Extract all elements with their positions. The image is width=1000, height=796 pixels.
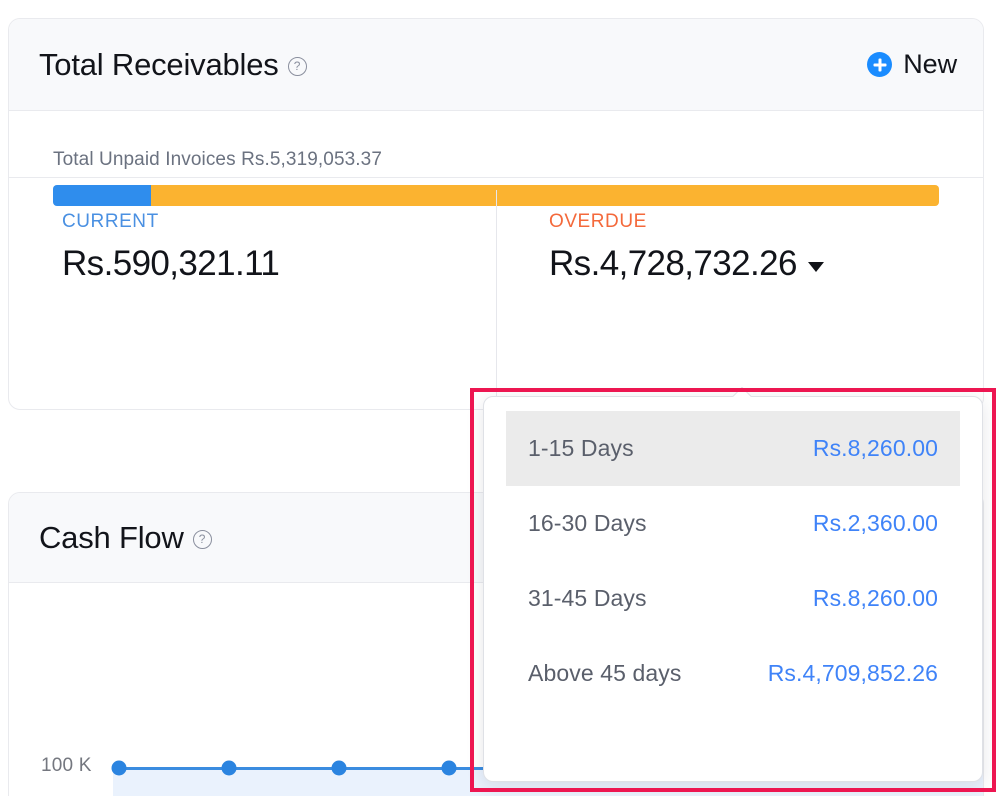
stat-value-current-group: Rs.590,321.11 bbox=[62, 245, 496, 284]
question-circle-icon[interactable]: ? bbox=[288, 57, 307, 76]
new-button[interactable]: New bbox=[867, 49, 957, 80]
aging-label: Above 45 days bbox=[528, 660, 681, 687]
stat-value-overdue: Rs.4,728,732.26 bbox=[549, 245, 797, 284]
stat-caption-overdue: OVERDUE bbox=[549, 211, 983, 233]
total-receivables-card: Total Receivables ? New Total Unpaid Inv… bbox=[8, 18, 984, 410]
cash-flow-title: Cash Flow bbox=[39, 522, 184, 553]
receivables-card-header: Total Receivables ? New bbox=[9, 19, 983, 111]
page-title: Total Receivables bbox=[39, 49, 279, 80]
unpaid-invoices-summary: Total Unpaid Invoices Rs.5,319,053.37 bbox=[53, 149, 939, 171]
aging-row-1-15-days[interactable]: 1-15 Days Rs.8,260.00 bbox=[506, 411, 960, 486]
aging-amount: Rs.8,260.00 bbox=[813, 435, 938, 462]
dropdown-arrow-icon bbox=[732, 387, 752, 397]
aging-amount: Rs.2,360.00 bbox=[813, 510, 938, 537]
aging-amount: Rs.8,260.00 bbox=[813, 585, 938, 612]
chart-data-point[interactable] bbox=[442, 761, 457, 776]
stat-caption-current: CURRENT bbox=[62, 211, 496, 233]
receivables-title-group: Total Receivables ? bbox=[39, 49, 307, 80]
y-axis-tick-100k: 100 K bbox=[41, 755, 92, 777]
stat-cell-current: CURRENT Rs.590,321.11 bbox=[9, 178, 496, 409]
new-button-label: New bbox=[903, 49, 957, 80]
overdue-aging-dropdown: 1-15 Days Rs.8,260.00 16-30 Days Rs.2,36… bbox=[483, 396, 983, 782]
chart-data-point[interactable] bbox=[222, 761, 237, 776]
aging-label: 1-15 Days bbox=[528, 435, 634, 462]
plus-circle-icon bbox=[867, 52, 892, 77]
receivables-stats-row: CURRENT Rs.590,321.11 OVERDUE Rs.4,728,7… bbox=[9, 178, 983, 409]
cashflow-title-group: Cash Flow ? bbox=[39, 522, 212, 553]
aging-row-16-30-days[interactable]: 16-30 Days Rs.2,360.00 bbox=[506, 486, 960, 561]
caret-down-icon[interactable] bbox=[808, 262, 824, 272]
aging-label: 31-45 Days bbox=[528, 585, 647, 612]
aging-label: 16-30 Days bbox=[528, 510, 647, 537]
chart-data-point[interactable] bbox=[112, 761, 127, 776]
question-circle-icon[interactable]: ? bbox=[193, 530, 212, 549]
stat-value-overdue-group[interactable]: Rs.4,728,732.26 bbox=[549, 245, 983, 284]
aging-row-above-45-days[interactable]: Above 45 days Rs.4,709,852.26 bbox=[506, 636, 960, 711]
aging-amount: Rs.4,709,852.26 bbox=[768, 660, 938, 687]
stat-value-current: Rs.590,321.11 bbox=[62, 245, 279, 284]
aging-row-31-45-days[interactable]: 31-45 Days Rs.8,260.00 bbox=[506, 561, 960, 636]
chart-data-point[interactable] bbox=[332, 761, 347, 776]
stat-cell-overdue: OVERDUE Rs.4,728,732.26 bbox=[496, 178, 983, 409]
